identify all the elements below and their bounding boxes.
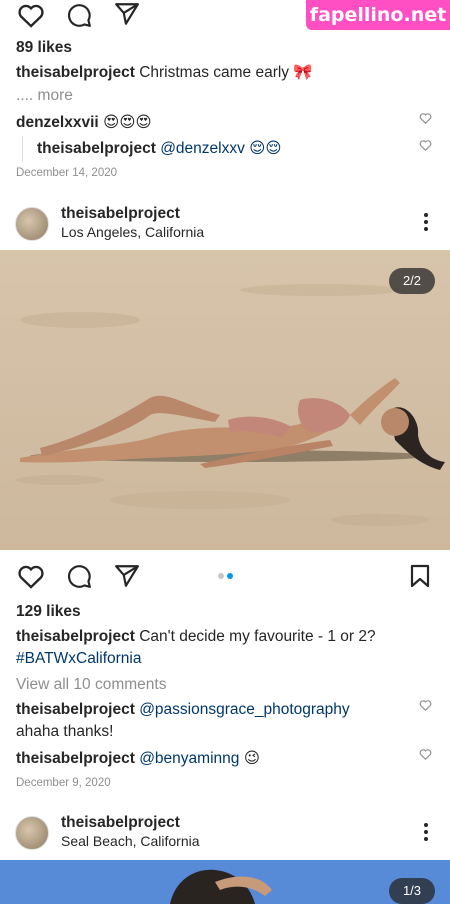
comment-icon[interactable] <box>66 563 92 589</box>
reply-thread-line <box>22 136 23 162</box>
post1-date: December 14, 2020 <box>16 167 118 179</box>
post3-username[interactable]: theisabelproject <box>61 814 180 832</box>
comment-mention[interactable]: @passionsgrace_photography <box>139 701 349 718</box>
comment-username[interactable]: denzelxxvii <box>16 114 99 131</box>
watermark-badge: fapellino.net <box>306 0 450 30</box>
comment-like-heart-icon[interactable] <box>419 748 432 760</box>
post2-location[interactable]: Los Angeles, California <box>61 224 204 240</box>
caption-text: Christmas came early 🎀 <box>139 64 313 81</box>
carousel-counter: 2/2 <box>389 268 435 294</box>
reply-like-heart-icon[interactable] <box>419 139 432 151</box>
more-link[interactable]: .... more <box>16 86 73 106</box>
reply-username[interactable]: theisabelproject <box>37 140 156 157</box>
post-image[interactable]: 2/2 <box>0 250 450 550</box>
post3-location[interactable]: Seal Beach, California <box>61 833 200 849</box>
post-image[interactable]: 1/3 <box>0 860 450 904</box>
bookmark-icon[interactable] <box>409 564 431 588</box>
comment-text: 😉 <box>243 750 260 767</box>
post2-likes[interactable]: 129 likes <box>16 602 81 622</box>
comment-username[interactable]: theisabelproject <box>16 701 135 718</box>
carousel-counter: 1/3 <box>389 878 435 904</box>
carousel-dot-1[interactable] <box>218 573 224 579</box>
view-all-comments-link[interactable]: View all 10 comments <box>16 675 166 695</box>
like-heart-icon[interactable] <box>17 563 45 589</box>
comment-icon[interactable] <box>66 2 92 28</box>
like-heart-icon[interactable] <box>17 2 45 28</box>
post1-caption: theisabelproject Christmas came early 🎀 <box>16 63 313 83</box>
caption-username[interactable]: theisabelproject <box>16 628 135 645</box>
caption-username[interactable]: theisabelproject <box>16 64 135 81</box>
post2-caption: theisabelproject Can't decide my favouri… <box>16 627 376 647</box>
more-options-icon[interactable] <box>423 212 429 232</box>
comment-row: theisabelproject @passionsgrace_photogra… <box>16 700 350 720</box>
avatar[interactable] <box>15 816 49 850</box>
caption-text: Can't decide my favourite - 1 or 2? <box>139 628 376 645</box>
comment-like-heart-icon[interactable] <box>419 699 432 711</box>
comment-row: denzelxxvii 😍😍😍 <box>16 113 152 133</box>
comment-text: ahaha thanks! <box>16 723 114 740</box>
comment-like-heart-icon[interactable] <box>419 112 432 124</box>
post2-date: December 9, 2020 <box>16 777 111 789</box>
post2-username[interactable]: theisabelproject <box>61 205 180 223</box>
comment-mention[interactable]: @benyaminng <box>139 750 239 767</box>
avatar[interactable] <box>15 207 49 241</box>
reply-text[interactable]: @denzelxxv 😌😌 <box>160 140 281 157</box>
carousel-dot-2[interactable] <box>227 573 233 579</box>
comment-username[interactable]: theisabelproject <box>16 750 135 767</box>
comment-text: 😍😍😍 <box>103 114 152 131</box>
share-icon[interactable] <box>114 564 140 588</box>
hashtag-link[interactable]: #BATWxCalifornia <box>16 649 141 669</box>
comment-row: theisabelproject @benyaminng 😉 <box>16 749 260 769</box>
more-options-icon[interactable] <box>423 822 429 842</box>
share-icon[interactable] <box>114 2 140 26</box>
post1-likes[interactable]: 89 likes <box>16 38 72 58</box>
reply-row: theisabelproject @denzelxxv 😌😌 <box>37 139 281 159</box>
